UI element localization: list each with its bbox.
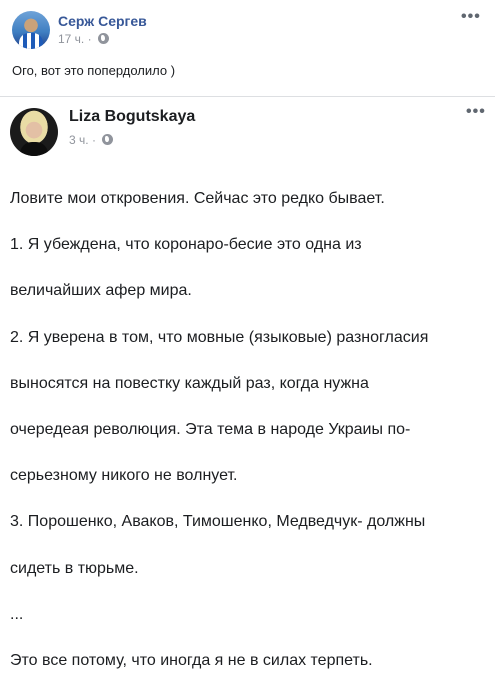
post-line: Это все потому, что иногда я не в силах …: [10, 651, 373, 669]
post-line: очередеая революция. Эта тема в народе У…: [10, 421, 411, 439]
meta-separator: ·: [91, 133, 96, 147]
post-line: 3. Порошенко, Аваков, Тимошенко, Медведч…: [10, 513, 426, 531]
globe-icon: [102, 134, 114, 145]
post-line: 1. Я убеждена, что коронаро-бесие это од…: [10, 236, 362, 254]
more-options-icon[interactable]: •••: [466, 103, 486, 121]
post-line: ...: [10, 605, 24, 623]
post-line: Ловите мои откровения. Сейчас это редко …: [10, 190, 385, 208]
shared-author-name[interactable]: Liza Bogutskaya: [69, 108, 195, 126]
outer-post-meta: 17 ч. ·: [58, 32, 109, 46]
post-line: серьезному никого не волнует.: [10, 467, 238, 485]
outer-author-name[interactable]: Серж Сергев: [58, 13, 147, 29]
shared-post-body: Ловите мои откровения. Сейчас это редко …: [10, 164, 490, 695]
meta-separator: ·: [87, 32, 92, 46]
outer-post-text: Ого, вот это попердолило ): [12, 63, 176, 78]
globe-icon: [97, 33, 109, 44]
post-line: величайших афер мира.: [10, 282, 192, 300]
outer-post-header: Серж Сергев 17 ч. · •••: [0, 0, 495, 56]
more-options-icon[interactable]: •••: [461, 8, 481, 26]
avatar[interactable]: [12, 11, 50, 49]
shared-post: Liza Bogutskaya 3 ч. · ••• Ловите мои от…: [0, 96, 495, 669]
shared-post-meta: 3 ч. ·: [69, 133, 114, 147]
post-line: сидеть в тюрьме.: [10, 559, 139, 577]
shared-post-time[interactable]: 3 ч.: [69, 133, 89, 147]
outer-post-time[interactable]: 17 ч.: [58, 32, 84, 46]
post-line: 2. Я уверена в том, что мовные (языковые…: [10, 328, 429, 346]
post-line: выносятся на повестку каждый раз, когда …: [10, 374, 369, 392]
avatar[interactable]: [10, 108, 58, 156]
